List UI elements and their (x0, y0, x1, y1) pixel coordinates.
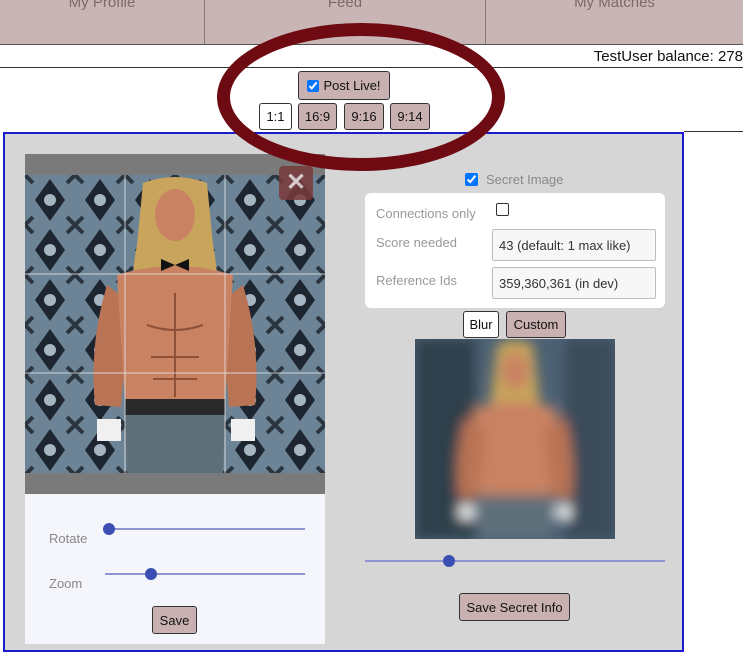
secret-settings-card: Connections only Score needed 43 (defaul… (365, 193, 665, 308)
secret-image-checkbox[interactable] (465, 173, 478, 186)
photo-image[interactable] (25, 175, 325, 473)
tab-feed[interactable]: Feed (205, 0, 486, 44)
zoom-slider-thumb[interactable] (145, 568, 157, 580)
reference-ids-input[interactable]: 359,360,361 (in dev) (492, 267, 656, 299)
close-icon[interactable]: ✕ (279, 166, 313, 200)
zoom-slider[interactable] (105, 573, 305, 575)
zoom-label: Zoom (49, 576, 83, 591)
tab-my-matches[interactable]: My Matches (486, 0, 743, 44)
rotate-slider-thumb[interactable] (103, 523, 115, 535)
post-live-label: Post Live! (323, 78, 381, 93)
aspect-9-16-button[interactable]: 9:16 (344, 103, 384, 130)
balance-text: TestUser balance: 278 (593, 48, 743, 65)
tab-my-profile[interactable]: My Profile (0, 0, 205, 44)
blur-button[interactable]: Blur (463, 311, 499, 338)
save-button[interactable]: Save (152, 606, 197, 634)
divider (0, 67, 743, 68)
secret-image-label: Secret Image (486, 172, 564, 187)
save-secret-info-button[interactable]: Save Secret Info (459, 593, 570, 621)
aspect-1-1-button[interactable]: 1:1 (259, 103, 292, 130)
score-needed-input[interactable]: 43 (default: 1 max like) (492, 229, 656, 261)
rotate-label: Rotate (49, 531, 88, 546)
aspect-9-14-button[interactable]: 9:14 (390, 103, 430, 130)
post-live-button[interactable]: Post Live! (298, 71, 390, 100)
rotate-slider[interactable] (109, 528, 305, 530)
reference-ids-label: Reference Ids (376, 273, 457, 288)
top-nav: My Profile Feed My Matches (0, 0, 743, 45)
custom-button[interactable]: Custom (506, 311, 566, 338)
blurred-preview-image (415, 339, 615, 539)
connections-only-checkbox[interactable] (496, 203, 509, 216)
post-live-checkbox[interactable] (307, 79, 320, 92)
photo-art (25, 175, 325, 473)
blur-slider-thumb[interactable] (443, 555, 455, 567)
preview-art (415, 339, 615, 539)
connections-only-label: Connections only (376, 206, 476, 221)
blur-slider[interactable] (365, 560, 665, 562)
divider-right (684, 131, 743, 132)
secret-image-toggle[interactable]: Secret Image (465, 172, 563, 187)
aspect-16-9-button[interactable]: 16:9 (298, 103, 337, 130)
score-needed-label: Score needed (376, 235, 457, 250)
